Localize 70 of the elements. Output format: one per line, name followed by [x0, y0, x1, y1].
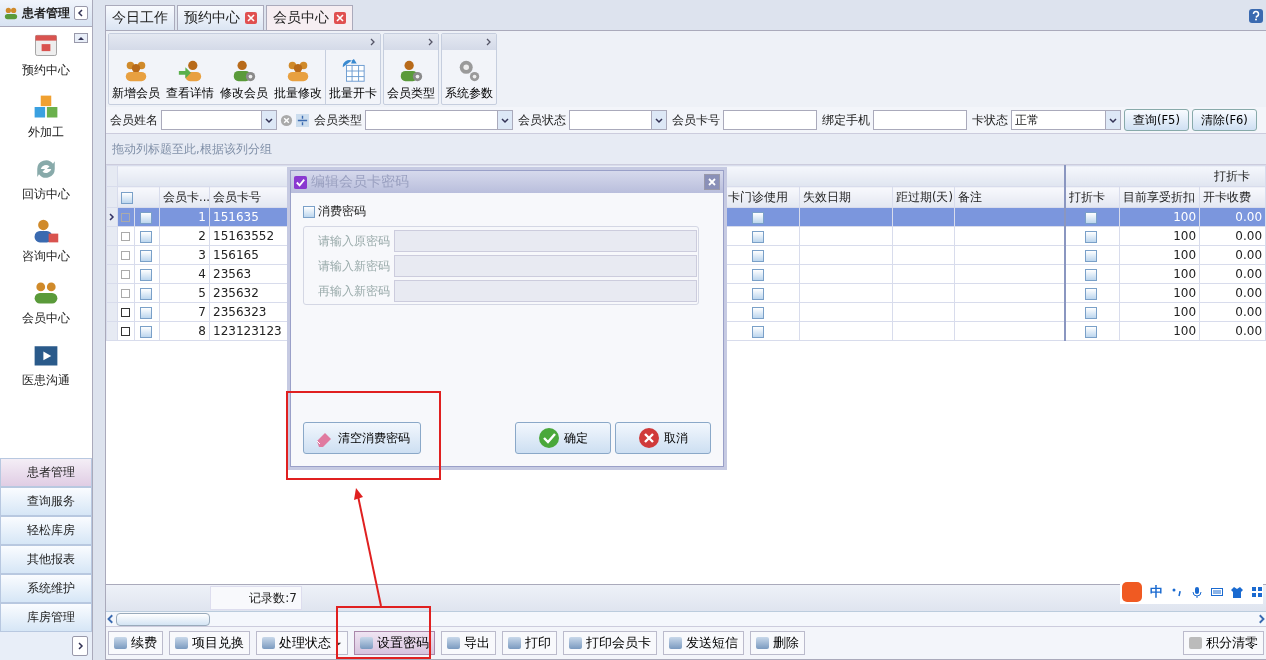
- tab[interactable]: 会员中心: [266, 5, 353, 30]
- dropdown-field[interactable]: 正常: [1011, 110, 1121, 130]
- module-item[interactable]: 库房管理: [0, 603, 92, 632]
- filter-label: 会员卡号: [671, 112, 720, 128]
- tab[interactable]: 预约中心: [177, 5, 264, 30]
- toolbar-button[interactable]: 导出: [441, 631, 496, 655]
- table-cell: 0.00: [1199, 283, 1266, 303]
- table-cell: 0.00: [1199, 264, 1266, 284]
- toolbar-button[interactable]: 续费: [108, 631, 163, 655]
- ribbon-button[interactable]: 会员类型: [384, 50, 438, 104]
- filter-label: 会员类型: [313, 112, 362, 128]
- table-cell: 2: [159, 226, 210, 246]
- toolbar-button[interactable]: 处理状态: [256, 631, 348, 655]
- filter-label: 卡状态: [971, 112, 1008, 128]
- table-cell: 100: [1119, 226, 1200, 246]
- filter-label: 会员状态: [517, 112, 566, 128]
- dialog-button[interactable]: 取消: [615, 422, 711, 454]
- ribbon-button[interactable]: 新增会员: [109, 50, 163, 104]
- toolbar-button[interactable]: 项目兑换: [169, 631, 250, 655]
- ime-mode[interactable]: 中: [1150, 583, 1163, 601]
- module-item[interactable]: 患者管理: [0, 458, 92, 487]
- nav-item[interactable]: 咨询中心: [22, 217, 70, 279]
- module-item[interactable]: 系统维护: [0, 574, 92, 603]
- ribbon-button[interactable]: 系统参数: [442, 50, 496, 104]
- dialog-button[interactable]: 确定: [515, 422, 611, 454]
- column-header[interactable]: 打折卡: [1064, 186, 1120, 208]
- table-cell: 5: [159, 283, 210, 303]
- table-cell: 100: [1119, 264, 1200, 284]
- toolbar-button[interactable]: 发送短信: [663, 631, 744, 655]
- nav-item[interactable]: 预约中心: [22, 31, 70, 93]
- nav-item[interactable]: 医患沟通: [22, 341, 70, 403]
- tab[interactable]: 今日工作: [105, 5, 175, 30]
- dialog-button[interactable]: 清空消费密码: [303, 422, 421, 454]
- filter-label: 会员姓名: [109, 112, 158, 128]
- nav-item[interactable]: 回访中心: [22, 155, 70, 217]
- table-cell: 4: [159, 264, 210, 284]
- table-cell: 3: [159, 245, 210, 265]
- record-count: 记录数:7: [210, 586, 302, 610]
- ribbon-button[interactable]: 查看详情: [163, 50, 217, 104]
- toolbar-button[interactable]: 设置密码: [354, 631, 435, 655]
- table-cell: 8: [159, 321, 210, 341]
- table-cell: 7: [159, 302, 210, 322]
- group-hint: 拖动列标题至此,根据该列分组: [112, 141, 272, 157]
- filter-button[interactable]: 查询(F5): [1124, 109, 1189, 131]
- field-label: 再输入新密码: [317, 282, 390, 300]
- table-cell: 100: [1119, 321, 1200, 341]
- table-cell: 100: [1119, 302, 1200, 322]
- toolbar-button[interactable]: 积分清零: [1183, 631, 1265, 655]
- password-checkbox[interactable]: 消费密码: [303, 203, 711, 220]
- toolbar-button[interactable]: 删除: [750, 631, 805, 655]
- filter-button[interactable]: 清除(F6): [1191, 109, 1257, 131]
- module-item[interactable]: 轻松库房: [0, 516, 92, 545]
- ribbon-button[interactable]: 修改会员: [217, 50, 271, 104]
- table-cell: 0.00: [1199, 226, 1266, 246]
- table-cell: 0.00: [1199, 321, 1266, 341]
- nav-item[interactable]: 外加工: [28, 93, 64, 155]
- table-cell: 0.00: [1199, 302, 1266, 322]
- band-header: 打折卡: [1214, 168, 1252, 184]
- ribbon-button[interactable]: 批量修改: [271, 50, 325, 104]
- table-cell: 100: [1119, 245, 1200, 265]
- sidebar-title: 患者管理: [22, 4, 70, 22]
- toolbar-button[interactable]: 打印: [502, 631, 557, 655]
- table-cell: 100: [1119, 283, 1200, 303]
- module-item[interactable]: 其他报表: [0, 545, 92, 574]
- toolbar-button[interactable]: 打印会员卡: [563, 631, 657, 655]
- table-cell: 0.00: [1199, 245, 1266, 265]
- nav-item[interactable]: 会员中心: [22, 279, 70, 341]
- ribbon-button[interactable]: 批量开卡: [325, 50, 380, 104]
- module-item[interactable]: 查询服务: [0, 487, 92, 516]
- filter-label: 绑定手机: [821, 112, 870, 128]
